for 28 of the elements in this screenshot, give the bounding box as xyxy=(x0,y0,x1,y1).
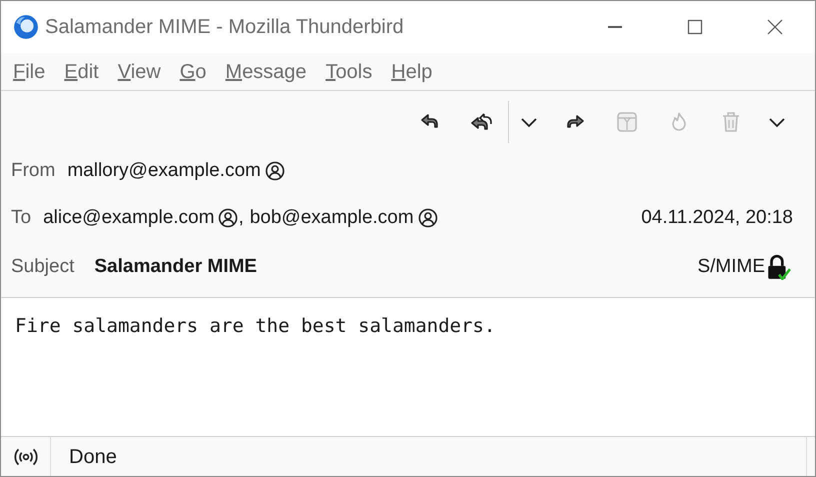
app-logo-icon xyxy=(13,14,39,40)
menu-item[interactable]: Go xyxy=(178,56,224,86)
date-text: 04.11.2024, 20:18 xyxy=(641,206,793,230)
contact-icon[interactable] xyxy=(264,161,285,181)
from-label: From xyxy=(11,158,56,183)
email-address[interactable]: mallory@example.com xyxy=(67,156,261,186)
minimize-icon xyxy=(607,26,623,28)
menu-item[interactable]: File xyxy=(11,56,62,86)
subject-text: Salamander MIME xyxy=(94,254,257,279)
window-title: Salamander MIME - Mozilla Thunderbird xyxy=(45,15,404,40)
archive-box-icon xyxy=(615,110,639,134)
email-address[interactable]: bob@example.com xyxy=(250,204,414,232)
subject-label: Subject xyxy=(11,254,74,279)
menu-item[interactable]: Message xyxy=(223,56,324,86)
menu-item[interactable]: Help xyxy=(389,56,450,86)
menu-item[interactable]: Tools xyxy=(324,56,390,86)
menu-item[interactable]: Edit xyxy=(62,56,116,86)
security-label: S/MIME xyxy=(697,254,765,279)
separator-comma: , xyxy=(238,206,244,230)
maximize-icon xyxy=(687,19,703,35)
email-address[interactable]: alice@example.com xyxy=(43,204,214,232)
message-body: Fire salamanders are the best salamanders. xyxy=(14,314,496,339)
contact-icon[interactable] xyxy=(418,208,438,228)
to-label: To xyxy=(11,206,32,230)
status-text: Done xyxy=(69,444,117,470)
contact-icon[interactable] xyxy=(218,208,238,228)
close-icon xyxy=(767,19,783,35)
menu-item[interactable]: View xyxy=(116,56,178,86)
